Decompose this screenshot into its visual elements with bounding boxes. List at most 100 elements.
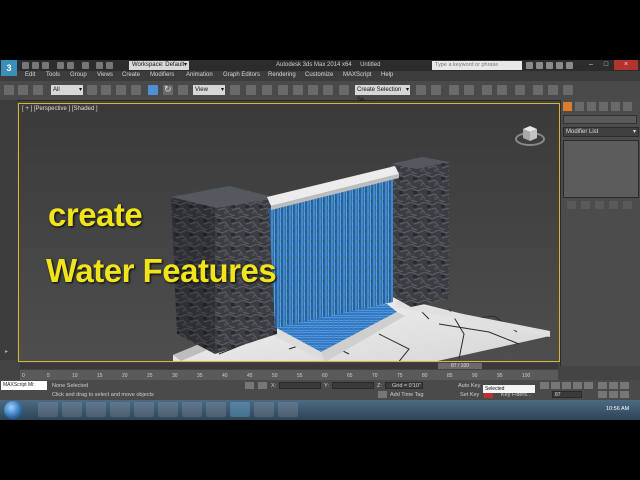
communication-icon[interactable] [546, 62, 553, 69]
track-bar[interactable]: 0 5 10 15 20 25 30 35 40 45 50 55 60 65 … [20, 370, 558, 380]
absolute-mode-icon[interactable] [258, 382, 267, 389]
minimize-button[interactable]: – [584, 60, 598, 70]
zoom-all-icon[interactable] [609, 382, 618, 389]
next-frame-icon[interactable] [573, 382, 582, 389]
remove-modifier-icon[interactable] [609, 201, 618, 209]
auto-key-selection-dropdown[interactable]: Selected [483, 385, 535, 393]
time-tag-icon[interactable] [378, 391, 387, 398]
select-scale-icon[interactable] [178, 85, 188, 95]
field-of-view-icon[interactable] [598, 391, 607, 398]
make-unique-icon[interactable] [595, 201, 604, 209]
taskbar-app-8[interactable] [206, 402, 226, 417]
mirror-icon[interactable] [416, 85, 426, 95]
configure-sets-icon[interactable] [623, 201, 632, 209]
start-button[interactable] [4, 401, 22, 419]
menu-rendering[interactable]: Rendering [268, 72, 296, 78]
named-selection-dropdown[interactable]: Create Selection Se... [355, 85, 410, 103]
render-production-icon[interactable] [563, 85, 573, 95]
display-tab-icon[interactable] [611, 102, 620, 111]
motion-tab-icon[interactable] [599, 102, 608, 111]
orbit-icon[interactable] [620, 391, 629, 398]
lock-selection-icon[interactable] [245, 382, 254, 389]
menu-group[interactable]: Group [70, 72, 87, 78]
help-icon[interactable] [566, 62, 573, 69]
percent-snap-icon[interactable] [308, 85, 318, 95]
menu-help[interactable]: Help [381, 72, 393, 78]
favorites-icon[interactable] [556, 62, 563, 69]
menu-edit[interactable]: Edit [25, 72, 35, 78]
graphite-ribbon-icon[interactable] [464, 85, 474, 95]
curve-editor-icon[interactable] [482, 85, 492, 95]
angle-snap-icon[interactable] [293, 85, 303, 95]
open-icon[interactable] [32, 62, 39, 69]
show-end-result-icon[interactable] [581, 201, 590, 209]
icon-b[interactable] [106, 62, 113, 69]
current-frame-field[interactable]: 87 [552, 391, 582, 398]
zoom-icon[interactable] [598, 382, 607, 389]
align-icon[interactable] [431, 85, 441, 95]
maximize-button[interactable]: □ [599, 60, 613, 70]
set-key-button[interactable]: Set Key [460, 392, 479, 398]
perspective-viewport[interactable]: [ + ] [Perspective ] [Shaded ] create Wa… [18, 103, 560, 362]
spinner-snap-icon[interactable] [323, 85, 333, 95]
time-slider-handle[interactable]: 87 / 100 [438, 363, 482, 369]
material-editor-icon[interactable] [515, 85, 525, 95]
taskbar-app-7[interactable] [182, 402, 202, 417]
taskbar-app-1[interactable] [38, 402, 58, 417]
menu-views[interactable]: Views [97, 72, 113, 78]
schematic-view-icon[interactable] [497, 85, 507, 95]
goto-end-icon[interactable] [584, 382, 593, 389]
pin-stack-icon[interactable] [567, 201, 576, 209]
time-slider[interactable]: 87 / 100 [20, 363, 558, 369]
taskbar-app-3[interactable] [86, 402, 106, 417]
viewport-label[interactable]: [ + ] [Perspective ] [Shaded ] [22, 106, 98, 112]
viewcube-icon[interactable] [514, 121, 546, 147]
bind-space-warp-icon[interactable] [33, 85, 43, 95]
icon-a[interactable] [96, 62, 103, 69]
snaps-toggle-icon[interactable] [278, 85, 288, 95]
layer-manager-icon[interactable] [449, 85, 459, 95]
maxscript-listener[interactable]: MAXScript Mi: [1, 381, 47, 390]
taskbar-3dsmax[interactable] [230, 402, 250, 417]
hierarchy-tab-icon[interactable] [587, 102, 596, 111]
reference-coordinate-dropdown[interactable]: View [193, 85, 225, 95]
save-icon[interactable] [42, 62, 49, 69]
subscription-icon[interactable] [536, 62, 543, 69]
app-logo-icon[interactable]: 3 [1, 60, 17, 76]
taskbar-app-6[interactable] [158, 402, 178, 417]
goto-start-icon[interactable] [540, 382, 549, 389]
taskbar-app-4[interactable] [110, 402, 130, 417]
redo-icon[interactable] [67, 62, 74, 69]
select-manipulate-icon[interactable] [246, 85, 256, 95]
close-button[interactable]: × [614, 60, 638, 70]
undo-icon[interactable] [57, 62, 64, 69]
add-time-tag[interactable]: Add Time Tag [390, 392, 424, 398]
pivot-center-icon[interactable] [230, 85, 240, 95]
taskbar-app-10[interactable] [254, 402, 274, 417]
prev-frame-icon[interactable] [551, 382, 560, 389]
new-icon[interactable] [22, 62, 29, 69]
unlink-icon[interactable] [18, 85, 28, 95]
modifier-list-dropdown[interactable]: Modifier List [563, 127, 639, 137]
binoculars-icon[interactable] [526, 62, 533, 69]
utilities-tab-icon[interactable] [623, 102, 632, 111]
play-icon[interactable] [562, 382, 571, 389]
taskbar-app-11[interactable] [278, 402, 298, 417]
select-rotate-icon[interactable] [163, 84, 173, 95]
create-tab-icon[interactable] [563, 102, 572, 111]
modify-tab-icon[interactable] [575, 102, 584, 111]
select-by-name-icon[interactable] [101, 85, 111, 95]
object-name-field[interactable] [563, 115, 637, 124]
selection-filter-dropdown[interactable]: All [51, 85, 83, 95]
zoom-extents-icon[interactable] [620, 382, 629, 389]
window-crossing-icon[interactable] [131, 85, 141, 95]
menu-graph-editors[interactable]: Graph Editors [223, 72, 260, 78]
menu-customize[interactable]: Customize [305, 72, 333, 78]
menu-modifiers[interactable]: Modifiers [150, 72, 174, 78]
modifier-stack[interactable] [563, 140, 639, 198]
search-input[interactable] [432, 61, 522, 70]
workspace-dropdown[interactable]: Workspace: Default [129, 61, 189, 70]
project-folder-icon[interactable] [82, 62, 89, 69]
link-icon[interactable] [4, 85, 14, 95]
auto-key-button[interactable]: Auto Key [458, 383, 480, 389]
